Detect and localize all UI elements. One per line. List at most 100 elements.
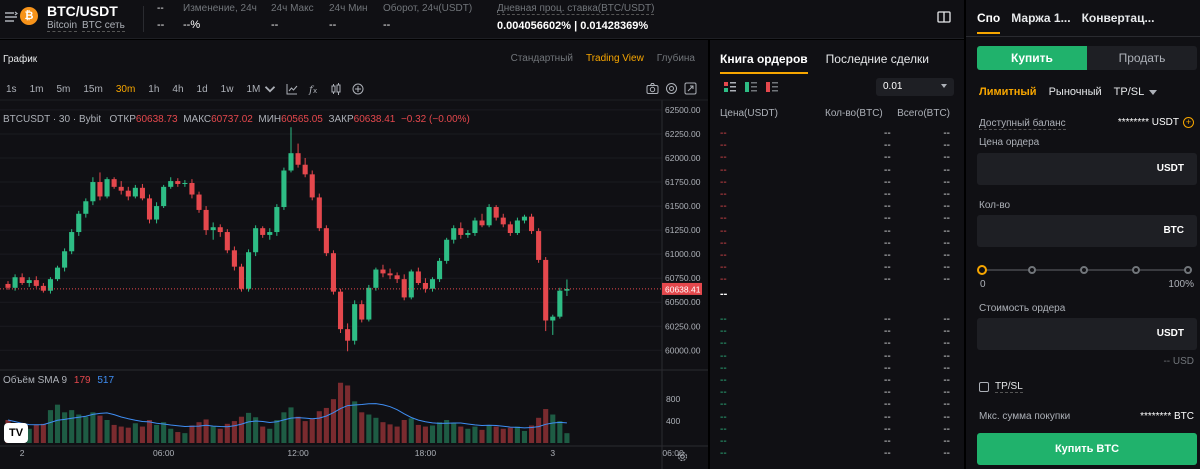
deposit-plus-icon[interactable]: +: [1183, 117, 1194, 128]
candle-type-icon[interactable]: [330, 83, 342, 95]
chevron-down-icon[interactable]: [264, 83, 276, 95]
buy-btc-button[interactable]: Купить BTC: [977, 433, 1197, 465]
tf-1m[interactable]: 1m: [30, 84, 44, 95]
volume-bar: [267, 428, 273, 443]
book-icon[interactable]: [937, 10, 951, 24]
quantity-field[interactable]: BTC: [977, 215, 1197, 247]
candle-body: [217, 227, 223, 233]
checkbox-box[interactable]: [979, 382, 989, 392]
order-cost-field[interactable]: USDT: [977, 318, 1197, 350]
volume-bar: [401, 419, 407, 443]
sell-tab-button[interactable]: Продать: [1087, 46, 1197, 70]
order-price-field[interactable]: USDT: [977, 153, 1197, 185]
volume-bar: [486, 425, 492, 443]
tpsl-checkbox[interactable]: TP/SL: [979, 381, 1023, 393]
formula-icon[interactable]: fx: [308, 83, 320, 96]
slider-step[interactable]: [1132, 266, 1140, 274]
slider-handle[interactable]: [977, 265, 987, 275]
pair-title[interactable]: BTC/USDT: [47, 3, 118, 19]
ask-row[interactable]: -- -- --: [720, 177, 954, 189]
precision-select[interactable]: 0.01: [876, 78, 954, 96]
orderbook-qty: --: [884, 338, 891, 350]
order-cost-input[interactable]: [977, 318, 1157, 350]
slider-step[interactable]: [1184, 266, 1192, 274]
ask-row[interactable]: -- -- --: [720, 250, 954, 262]
order-price-input[interactable]: [977, 153, 1157, 185]
ask-row[interactable]: -- -- --: [720, 213, 954, 225]
ask-row[interactable]: -- -- --: [720, 262, 954, 274]
tab-depth[interactable]: Глубина: [657, 53, 695, 64]
candle-body: [366, 287, 372, 320]
bid-row[interactable]: -- -- --: [720, 448, 954, 460]
camera-icon[interactable]: [646, 82, 659, 95]
tf-15m[interactable]: 15m: [83, 84, 102, 95]
view-asks-icon[interactable]: [766, 82, 778, 92]
bitcoin-link[interactable]: Bitcoin: [47, 20, 78, 32]
tab-tradingview[interactable]: Trading View: [586, 53, 644, 64]
ask-row[interactable]: -- -- --: [720, 274, 954, 286]
candle-body: [352, 304, 358, 341]
view-both-icon[interactable]: [724, 82, 736, 92]
tab-market[interactable]: Рыночный: [1049, 86, 1102, 98]
tf-1h[interactable]: 1h: [148, 84, 159, 95]
tab-limit[interactable]: Лимитный: [979, 86, 1037, 98]
settings-icon[interactable]: [665, 82, 678, 95]
available-balance: ******** USDT +: [1118, 117, 1194, 128]
bid-row[interactable]: -- -- --: [720, 412, 954, 424]
tab-tpsl[interactable]: TP/SL: [1114, 86, 1158, 98]
menu-icon[interactable]: [4, 10, 18, 24]
tf-1s[interactable]: 1s: [6, 84, 17, 95]
ask-row[interactable]: -- -- --: [720, 128, 954, 140]
ask-row[interactable]: -- -- --: [720, 201, 954, 213]
tab-standard[interactable]: Стандартный: [511, 53, 573, 64]
tab-spot[interactable]: Спо: [977, 11, 1001, 34]
price-chart[interactable]: 62500.00 62250.00 62000.00 61750.00 61500.00…: [0, 40, 708, 469]
tf-1w[interactable]: 1w: [221, 84, 234, 95]
bid-row[interactable]: -- -- --: [720, 351, 954, 363]
orderbook-qty: --: [884, 326, 891, 338]
quantity-input[interactable]: [977, 215, 1157, 247]
buy-tab-button[interactable]: Купить: [977, 46, 1087, 70]
bid-row[interactable]: -- -- --: [720, 436, 954, 448]
bid-row[interactable]: -- -- --: [720, 424, 954, 436]
tf-5m[interactable]: 5m: [56, 84, 70, 95]
slider-step[interactable]: [1080, 266, 1088, 274]
tab-margin[interactable]: Маржа 1...: [1011, 11, 1070, 34]
orderbook-price: --: [720, 423, 727, 435]
tab-convert[interactable]: Конвертац...: [1082, 11, 1155, 34]
bid-row[interactable]: -- -- --: [720, 338, 954, 350]
ask-row[interactable]: -- -- --: [720, 152, 954, 164]
tf-30m[interactable]: 30m: [116, 84, 135, 95]
tab-orderbook[interactable]: Книга ордеров: [720, 52, 808, 74]
fullscreen-icon[interactable]: [684, 82, 697, 95]
bid-row[interactable]: -- -- --: [720, 375, 954, 387]
candle-body: [408, 271, 414, 298]
tf-4h[interactable]: 4h: [172, 84, 183, 95]
bid-row[interactable]: -- -- --: [720, 399, 954, 411]
volume-bar: [69, 410, 75, 443]
tf-1d[interactable]: 1d: [197, 84, 208, 95]
ask-row[interactable]: -- -- --: [720, 189, 954, 201]
bid-row[interactable]: -- -- --: [720, 363, 954, 375]
tab-recent-trades[interactable]: Последние сделки: [826, 52, 929, 74]
ask-row[interactable]: -- -- --: [720, 238, 954, 250]
add-circle-icon[interactable]: [352, 83, 364, 95]
orderbook-total: --: [943, 140, 950, 152]
gear-icon[interactable]: [676, 450, 689, 463]
slider-step[interactable]: [1028, 266, 1036, 274]
bid-row[interactable]: -- -- --: [720, 387, 954, 399]
volume-bar: [83, 416, 89, 443]
amount-slider[interactable]: [977, 264, 1197, 276]
orderbook-qty: --: [884, 176, 891, 188]
ask-row[interactable]: -- -- --: [720, 226, 954, 238]
indicator-icon[interactable]: [286, 83, 298, 95]
ask-row[interactable]: -- -- --: [720, 140, 954, 152]
view-bids-icon[interactable]: [745, 82, 757, 92]
network-link[interactable]: BTC сеть: [82, 20, 125, 32]
bid-row[interactable]: -- -- --: [720, 326, 954, 338]
volume-bar: [536, 417, 542, 443]
tf-1M[interactable]: 1M: [246, 84, 260, 95]
ask-row[interactable]: -- -- --: [720, 165, 954, 177]
candle-body: [54, 267, 61, 280]
bid-row[interactable]: -- -- --: [720, 314, 954, 326]
